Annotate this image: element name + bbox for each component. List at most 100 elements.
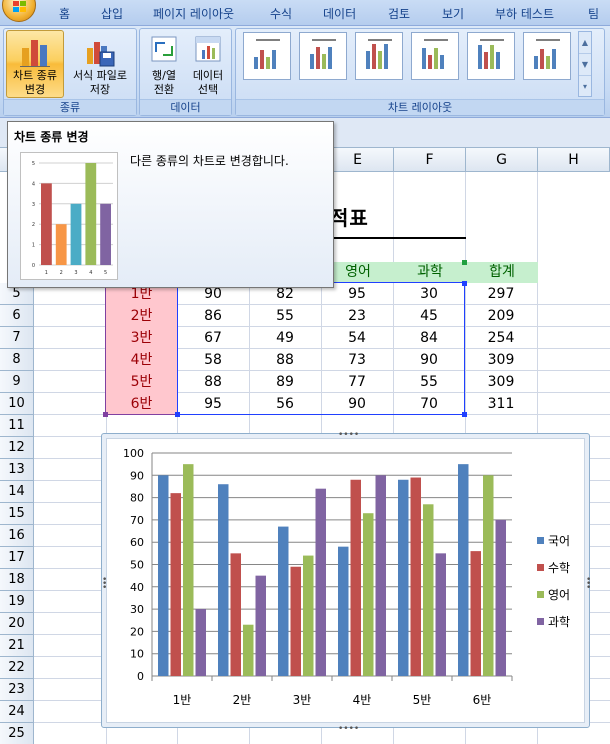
- column-header-f[interactable]: F: [394, 148, 466, 172]
- score-cell[interactable]: 309: [465, 371, 537, 393]
- column-header-h[interactable]: H: [538, 148, 610, 172]
- tab-home[interactable]: 홈: [59, 5, 70, 22]
- layout-thumb-title: [256, 39, 280, 41]
- tab-review[interactable]: 검토: [388, 5, 410, 22]
- chart-resize-handle[interactable]: ••••: [338, 725, 359, 734]
- switch-row-column-button[interactable]: 행/열 전환: [142, 30, 186, 98]
- preview-bar-1: [55, 224, 67, 265]
- legend-swatch-3: [537, 618, 544, 625]
- chart-area[interactable]: 0 10 20 30 40 50 60 70 80 90 100 1반 2반 3반 4반 5반 6반 국어 수학 영어…: [106, 438, 585, 723]
- y-tick-label: 30: [130, 603, 144, 616]
- range-handle[interactable]: [175, 412, 180, 417]
- row-header[interactable]: 7: [0, 327, 34, 349]
- chart-layout-option[interactable]: [411, 32, 459, 80]
- tab-page-layout[interactable]: 페이지 레이아웃: [153, 5, 234, 22]
- bar-2-3: [363, 513, 374, 676]
- bar-0-3: [338, 546, 349, 676]
- row-header[interactable]: 21: [0, 635, 34, 657]
- layout-thumb-bar: [366, 51, 370, 69]
- gallery-more-icon[interactable]: ▾: [579, 76, 591, 98]
- column-header-g[interactable]: G: [466, 148, 538, 172]
- row-header[interactable]: 13: [0, 459, 34, 481]
- layout-thumb-bar: [534, 56, 538, 69]
- tab-team[interactable]: 팀: [588, 5, 599, 22]
- chart-layout-option[interactable]: [355, 32, 403, 80]
- score-cell[interactable]: 297: [465, 283, 537, 305]
- row-header[interactable]: 19: [0, 591, 34, 613]
- group-type: 차트 종류 변경 서식 파일로 저장 종류: [3, 28, 137, 116]
- y-tick-label: 20: [130, 625, 144, 638]
- row-header[interactable]: 9: [0, 371, 34, 393]
- preview-y-tick: 0: [32, 263, 35, 269]
- gallery-down-icon[interactable]: ▼: [579, 54, 591, 76]
- range-handle[interactable]: [462, 260, 467, 265]
- tab-data[interactable]: 데이터: [323, 5, 356, 22]
- chart-layout-option[interactable]: [299, 32, 347, 80]
- score-cell[interactable]: 309: [465, 349, 537, 371]
- office-button[interactable]: [2, 0, 36, 22]
- group-data: 행/열 전환 데이터 선택 데이터: [139, 28, 232, 116]
- tab-view[interactable]: 보기: [442, 5, 464, 22]
- chart-layout-option[interactable]: [243, 32, 291, 80]
- row-header[interactable]: 15: [0, 503, 34, 525]
- row-header[interactable]: 6: [0, 305, 34, 327]
- row-header[interactable]: 14: [0, 481, 34, 503]
- chart-layout-option[interactable]: [523, 32, 571, 80]
- row-header[interactable]: 22: [0, 657, 34, 679]
- y-tick-label: 60: [130, 536, 144, 549]
- score-cell[interactable]: 209: [465, 305, 537, 327]
- header-total[interactable]: 합계: [466, 262, 538, 283]
- tab-load-test[interactable]: 부하 테스트: [495, 5, 554, 22]
- row-header[interactable]: 12: [0, 437, 34, 459]
- legend-swatch-0: [537, 537, 544, 544]
- preview-y-tick: 4: [32, 181, 35, 187]
- layout-thumb-title: [368, 39, 392, 41]
- bar-0-4: [398, 479, 409, 676]
- chart-layout-option[interactable]: [467, 32, 515, 80]
- group-type-label: 종류: [4, 99, 136, 115]
- save-as-template-button[interactable]: 서식 파일로 저장: [66, 30, 134, 98]
- row-header[interactable]: 10: [0, 393, 34, 415]
- score-cell[interactable]: 311: [465, 393, 537, 415]
- row-header[interactable]: 23: [0, 679, 34, 701]
- layout-thumb-bar: [540, 49, 544, 69]
- score-cell[interactable]: 254: [465, 327, 537, 349]
- row-header[interactable]: 17: [0, 547, 34, 569]
- layout-thumb-bar: [384, 44, 388, 69]
- layout-thumb-bar: [322, 54, 326, 69]
- row-header[interactable]: 20: [0, 613, 34, 635]
- preview-y-tick: 2: [32, 222, 35, 228]
- tab-insert[interactable]: 삽입: [101, 5, 123, 22]
- gallery-up-icon[interactable]: ▲: [579, 32, 591, 54]
- x-tick-label: 5반: [413, 693, 432, 707]
- gallery-scroll[interactable]: ▲ ▼ ▾: [578, 31, 592, 97]
- bar-1-3: [350, 479, 361, 676]
- tab-formulas[interactable]: 수식: [270, 5, 292, 22]
- layout-thumb-bar: [490, 45, 494, 69]
- switch-row-column-icon: [151, 36, 177, 62]
- layout-thumb-bar: [310, 54, 314, 69]
- range-handle[interactable]: [103, 412, 108, 417]
- layout-thumb-title: [424, 39, 448, 41]
- row-header[interactable]: 8: [0, 349, 34, 371]
- row-header[interactable]: 18: [0, 569, 34, 591]
- chart-type-tooltip: 차트 종류 변경 0 1 2 3 4 5 1 2 3 4 5 다른 종류의 차트로 변경합니다.: [7, 121, 334, 288]
- tooltip-title: 차트 종류 변경: [14, 130, 89, 144]
- change-chart-type-button[interactable]: 차트 종류 변경: [6, 30, 64, 98]
- row-header[interactable]: 24: [0, 701, 34, 723]
- chart-resize-handle[interactable]: • • •: [586, 576, 591, 593]
- select-data-button[interactable]: 데이터 선택: [187, 30, 229, 98]
- range-handle[interactable]: [462, 412, 467, 417]
- y-tick-label: 70: [130, 514, 144, 527]
- y-tick-label: 50: [130, 559, 144, 572]
- chart-resize-handle[interactable]: • • •: [102, 576, 107, 593]
- layout-thumb-bar: [434, 48, 438, 69]
- row-header[interactable]: 11: [0, 415, 34, 437]
- legend-label-2: 영어: [548, 588, 570, 602]
- select-data-label: 데이터 선택: [192, 69, 224, 96]
- header-science[interactable]: 과학: [394, 262, 466, 283]
- range-handle[interactable]: [462, 281, 467, 286]
- preview-x-tick: 2: [60, 270, 63, 276]
- row-header[interactable]: 16: [0, 525, 34, 547]
- row-header[interactable]: 25: [0, 723, 34, 744]
